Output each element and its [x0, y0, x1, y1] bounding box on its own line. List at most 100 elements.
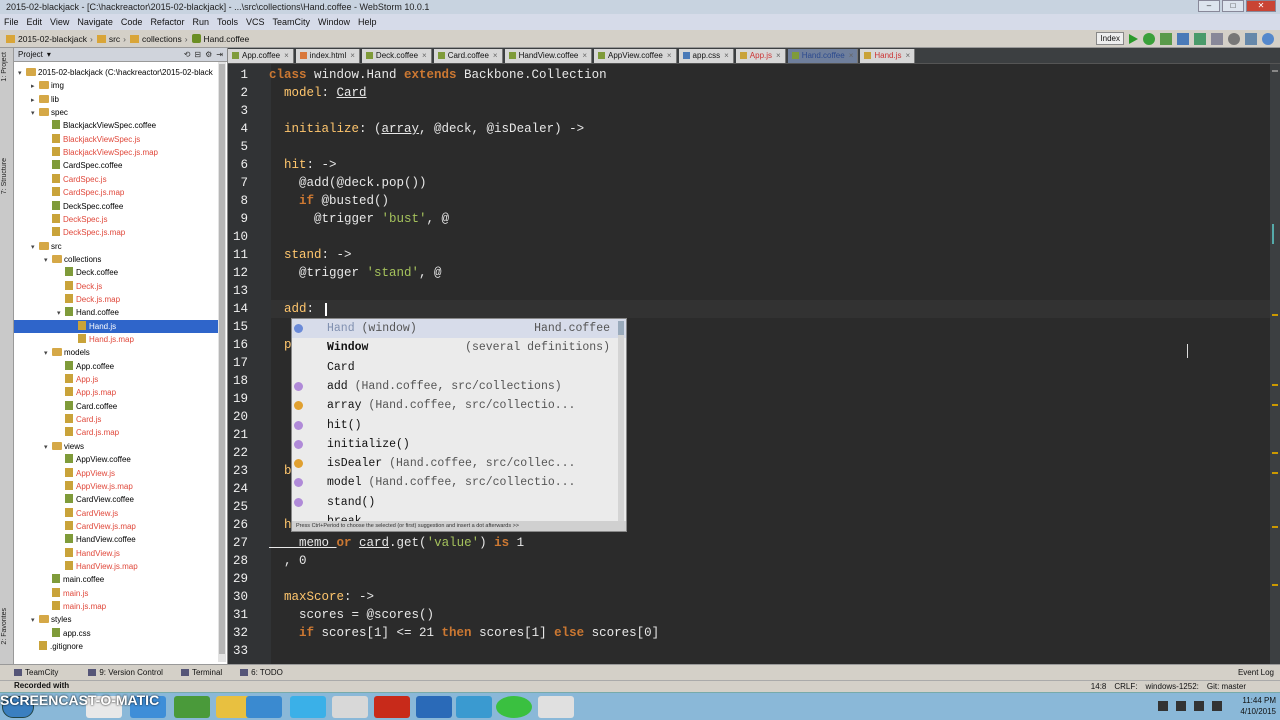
code-line[interactable]: h — [269, 518, 292, 532]
tree-item[interactable]: Hand.js.map — [14, 333, 220, 346]
close-tab-icon[interactable]: × — [906, 49, 911, 63]
structure-tool-tab[interactable]: 7: Structure — [1, 158, 12, 194]
webstorm-taskbar-icon[interactable] — [246, 696, 282, 718]
code-line[interactable]: hit: -> — [269, 158, 337, 172]
run-icon[interactable] — [1129, 33, 1138, 44]
tree-item[interactable]: app.css — [14, 627, 220, 640]
gear-icon[interactable]: ⚙ — [205, 50, 212, 59]
line-separator[interactable]: CRLF: — [1114, 682, 1137, 691]
debug-icon[interactable] — [1143, 32, 1155, 45]
code-line[interactable]: maxScore: -> — [269, 590, 374, 604]
editor-tab[interactable]: HandView.coffee × — [504, 48, 593, 63]
chat-taskbar-icon[interactable] — [496, 696, 532, 718]
code-line[interactable]: scores = @scores() — [269, 608, 434, 622]
display-icon[interactable] — [1176, 701, 1186, 711]
hide-icon[interactable]: ⇥ — [216, 50, 223, 59]
code-line[interactable]: initialize: (array, @deck, @isDealer) -> — [269, 122, 584, 136]
project-scrollbar[interactable] — [218, 62, 226, 662]
expanded-arrow-icon[interactable]: ▾ — [18, 67, 26, 80]
code-line[interactable]: b — [269, 464, 292, 478]
close-tab-icon[interactable]: × — [422, 49, 427, 63]
editor-tab[interactable]: Hand.coffee × — [787, 48, 859, 63]
tree-item[interactable]: ▾ 2015-02-blackjack (C:\hackreactor\2015-… — [14, 66, 220, 79]
network-taskbar-icon[interactable] — [456, 696, 492, 718]
editor-tab[interactable]: app.css × — [678, 48, 734, 63]
popup-scrollbar[interactable] — [618, 321, 624, 521]
help-icon[interactable] — [1262, 32, 1274, 45]
menu-item-vcs[interactable]: VCS — [246, 17, 265, 27]
vcs-commit-icon[interactable] — [1194, 32, 1206, 45]
teamcity-tool-button[interactable]: TeamCity — [14, 668, 58, 677]
tree-item[interactable]: main.js — [14, 587, 220, 600]
collapse-icon[interactable]: ⊟ — [194, 50, 201, 59]
chrome-taskbar-icon[interactable] — [332, 696, 368, 718]
settings-icon[interactable] — [1228, 32, 1240, 45]
close-tab-icon[interactable]: × — [667, 49, 672, 63]
menu-item-window[interactable]: Window — [318, 17, 350, 27]
menu-item-file[interactable]: File — [4, 17, 19, 27]
tree-item[interactable]: ▾ Hand.coffee — [14, 306, 220, 319]
collapsed-arrow-icon[interactable]: ▸ — [31, 80, 39, 93]
expanded-arrow-icon[interactable]: ▾ — [31, 107, 39, 120]
tree-item[interactable]: ▸ img — [14, 79, 220, 92]
tree-item[interactable]: AppView.js.map — [14, 480, 220, 493]
tree-item[interactable]: HandView.js.map — [14, 560, 220, 573]
git-branch[interactable]: Git: master — [1207, 682, 1246, 691]
file-encoding[interactable]: windows-1252: — [1146, 682, 1199, 691]
close-tab-icon[interactable]: × — [582, 49, 587, 63]
close-tab-icon[interactable]: × — [493, 49, 498, 63]
project-structure-icon[interactable] — [1245, 32, 1257, 45]
version-control-tool-button[interactable]: 9: Version Control — [88, 668, 163, 677]
todo-tool-button[interactable]: 6: TODO — [240, 668, 283, 677]
close-button[interactable]: ✕ — [1246, 0, 1276, 12]
breadcrumb-project[interactable]: 2015-02-blackjack › — [6, 34, 93, 44]
breadcrumb-file[interactable]: Hand.coffee — [191, 34, 249, 44]
tree-item[interactable]: DeckSpec.js.map — [14, 226, 220, 239]
close-tab-icon[interactable]: × — [350, 49, 355, 63]
network-icon[interactable] — [1194, 701, 1204, 711]
tree-item[interactable]: CardSpec.coffee — [14, 159, 220, 172]
editor-tab[interactable]: AppView.coffee × — [594, 48, 677, 63]
project-view-selector[interactable]: Project — [18, 50, 43, 59]
tree-item[interactable]: Card.js.map — [14, 426, 220, 439]
expanded-arrow-icon[interactable]: ▾ — [44, 347, 52, 360]
completion-item[interactable]: Window (several definitions) — [292, 338, 626, 357]
code-line[interactable]: , 0 — [269, 554, 307, 568]
tree-item[interactable]: ▾ collections — [14, 253, 220, 266]
tree-item[interactable]: Card.js — [14, 413, 220, 426]
expanded-arrow-icon[interactable]: ▾ — [31, 614, 39, 627]
remote-desktop-taskbar-icon[interactable] — [416, 696, 452, 718]
menu-item-code[interactable]: Code — [121, 17, 143, 27]
app-taskbar-icon[interactable] — [174, 696, 210, 718]
tree-item[interactable]: CardView.coffee — [14, 493, 220, 506]
editor-error-stripe[interactable] — [1270, 64, 1280, 664]
tree-item[interactable]: main.coffee — [14, 573, 220, 586]
tree-item[interactable]: Card.coffee — [14, 400, 220, 413]
completion-item[interactable]: initialize() — [292, 435, 626, 454]
minimize-button[interactable]: – — [1198, 0, 1220, 12]
tree-item[interactable]: DeckSpec.coffee — [14, 200, 220, 213]
code-line[interactable]: if scores[1] <= 21 then scores[1] else s… — [269, 626, 659, 640]
autocomplete-popup[interactable]: Hand (window) Hand.coffee Window (several … — [291, 318, 627, 532]
menu-item-edit[interactable]: Edit — [27, 17, 43, 27]
completion-item[interactable]: add (Hand.coffee, src/collections) — [292, 377, 626, 396]
tree-item[interactable]: BlackjackViewSpec.coffee — [14, 119, 220, 132]
favorites-tool-tab[interactable]: 2: Favorites — [1, 608, 12, 645]
tree-item[interactable]: App.js.map — [14, 386, 220, 399]
vcs-update-icon[interactable] — [1177, 32, 1189, 45]
tree-item[interactable]: main.js.map — [14, 600, 220, 613]
tree-item[interactable]: AppView.coffee — [14, 453, 220, 466]
tree-item[interactable]: App.js — [14, 373, 220, 386]
tree-item[interactable]: BlackjackViewSpec.js.map — [14, 146, 220, 159]
expanded-arrow-icon[interactable]: ▾ — [44, 441, 52, 454]
close-tab-icon[interactable]: × — [776, 49, 781, 63]
tree-item[interactable]: CardView.js — [14, 507, 220, 520]
history-icon[interactable] — [1211, 32, 1223, 45]
tree-item[interactable]: App.coffee — [14, 360, 220, 373]
tree-item[interactable]: AppView.js — [14, 467, 220, 480]
tree-item[interactable]: ▾ spec — [14, 106, 220, 119]
scroll-thumb[interactable] — [219, 64, 225, 654]
close-tab-icon[interactable]: × — [284, 49, 289, 63]
completion-item[interactable]: array (Hand.coffee, src/collectio... — [292, 396, 626, 415]
close-tab-icon[interactable]: × — [724, 49, 729, 63]
